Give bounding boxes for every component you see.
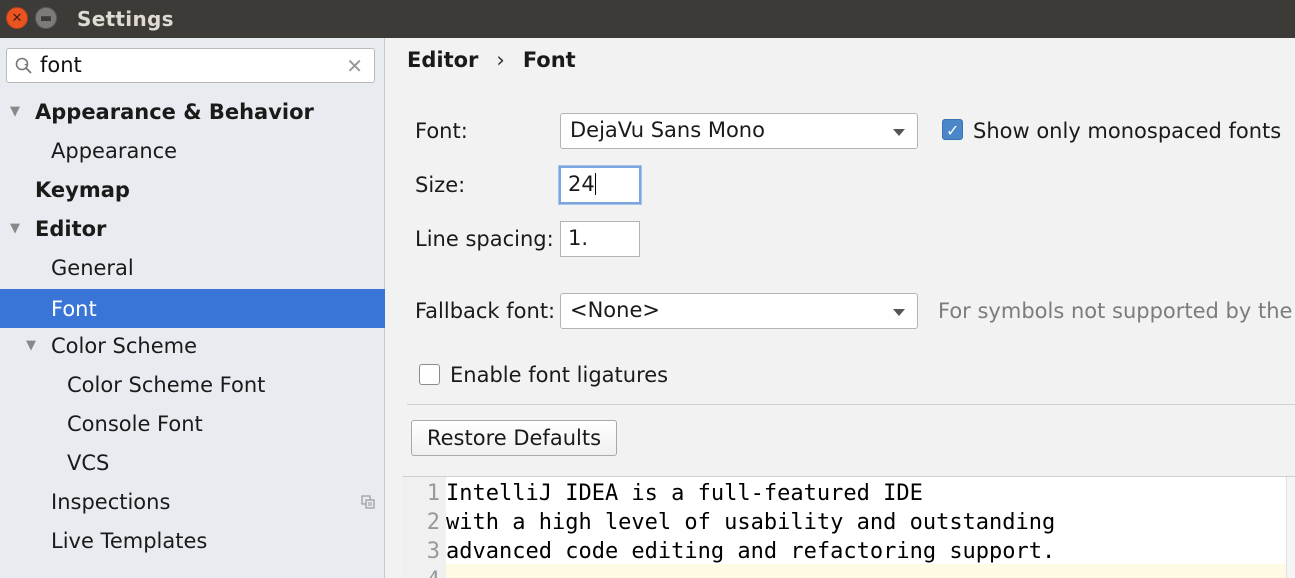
settings-search-input[interactable]: font ✕ [6, 48, 375, 83]
tree-item-label: Inspections [51, 489, 171, 514]
ligatures-checkbox[interactable] [419, 364, 440, 385]
settings-content: Editor › Font Font: DejaVu Sans Mono ✓ S… [386, 38, 1295, 578]
tree-item-inspections[interactable]: Inspections [0, 482, 385, 521]
line-number-gutter: 1 2 3 4 [402, 477, 446, 578]
chevron-down-icon [893, 309, 905, 316]
minimize-window-button[interactable]: ▬ [35, 7, 57, 29]
line-number: 1 [426, 481, 440, 506]
tree-item-label: Color Scheme [51, 333, 197, 358]
breadcrumb-separator: › [496, 48, 505, 72]
chevron-down-icon [893, 129, 905, 136]
title-bar: ✕ ▬ Settings [0, 0, 1295, 38]
line-spacing-label: Line spacing: [415, 227, 554, 251]
breadcrumb: Editor › Font [407, 48, 576, 72]
size-input-value: 24 [568, 172, 596, 196]
expand-arrow-icon[interactable]: ▼ [10, 104, 20, 119]
breadcrumb-current: Font [522, 48, 576, 72]
tree-item-label: Font [51, 296, 97, 321]
close-window-button[interactable]: ✕ [6, 7, 28, 29]
fallback-font-select[interactable]: <None> [560, 293, 918, 329]
size-input[interactable]: 24 [559, 166, 641, 204]
font-select[interactable]: DejaVu Sans Mono [560, 113, 918, 149]
line-number: 3 [426, 539, 440, 564]
tree-item-appearance-behavior[interactable]: ▼ Appearance & Behavior [0, 92, 385, 131]
font-select-value: DejaVu Sans Mono [570, 118, 765, 142]
font-label: Font: [415, 119, 468, 143]
tree-item-label: Color Scheme Font [67, 372, 266, 397]
tree-item-label: General [51, 255, 134, 280]
size-label: Size: [415, 173, 466, 197]
tree-item-vcs[interactable]: VCS [0, 443, 385, 482]
search-icon [15, 57, 32, 74]
preview-code-line: advanced code editing and refactoring su… [446, 539, 1056, 564]
tree-item-live-templates[interactable]: Live Templates [0, 521, 385, 560]
fallback-font-hint: For symbols not supported by the m [938, 299, 1295, 323]
font-preview-editor[interactable]: 1 2 3 4 IntelliJ IDEA is a full-featured… [402, 476, 1295, 578]
expand-arrow-icon[interactable]: ▼ [26, 338, 36, 353]
tree-item-label: Keymap [35, 177, 130, 202]
tree-item-appearance[interactable]: Appearance [0, 131, 385, 170]
monospaced-checkbox[interactable]: ✓ [942, 119, 963, 140]
expand-arrow-icon[interactable]: ▼ [10, 221, 20, 236]
preview-code-line: with a high level of usability and outst… [446, 510, 1056, 535]
tree-item-font[interactable]: Font [0, 289, 385, 328]
preview-code-line: IntelliJ IDEA is a full-featured IDE [446, 481, 923, 506]
tree-item-color-scheme-font[interactable]: Color Scheme Font [0, 365, 385, 404]
checkmark-icon: ✓ [946, 121, 960, 140]
window-title: Settings [77, 7, 174, 31]
tree-item-label: Live Templates [51, 528, 208, 553]
project-settings-icon [361, 495, 375, 509]
fallback-font-value: <None> [570, 298, 660, 322]
monospaced-label: Show only monospaced fonts [973, 119, 1282, 143]
divider [407, 404, 1295, 405]
ligatures-label: Enable font ligatures [450, 363, 669, 387]
line-spacing-input[interactable]: 1. [560, 221, 640, 257]
breadcrumb-parent[interactable]: Editor [407, 48, 478, 72]
tree-item-general[interactable]: General [0, 248, 385, 287]
tree-item-editor[interactable]: ▼ Editor [0, 209, 385, 248]
tree-item-label: Appearance & Behavior [35, 99, 314, 124]
restore-defaults-button[interactable]: Restore Defaults [411, 420, 617, 456]
tree-item-label: Console Font [67, 411, 203, 436]
line-spacing-value: 1. [568, 226, 589, 250]
tree-item-console-font[interactable]: Console Font [0, 404, 385, 443]
tree-item-label: Appearance [51, 138, 178, 163]
tree-item-color-scheme[interactable]: ▼ Color Scheme [0, 326, 385, 365]
editor-scrollbar[interactable] [1286, 477, 1295, 578]
fallback-font-label: Fallback font: [415, 299, 556, 323]
settings-sidebar: font ✕ ▼ Appearance & Behavior Appearanc… [0, 38, 385, 578]
tree-item-label: VCS [67, 450, 110, 475]
clear-search-icon[interactable]: ✕ [346, 54, 363, 78]
current-line-highlight [446, 564, 1286, 578]
search-query: font [40, 53, 82, 77]
tree-item-keymap[interactable]: Keymap [0, 170, 385, 209]
line-number: 2 [426, 510, 440, 535]
tree-item-label: Editor [35, 216, 107, 241]
line-number: 4 [427, 568, 440, 578]
